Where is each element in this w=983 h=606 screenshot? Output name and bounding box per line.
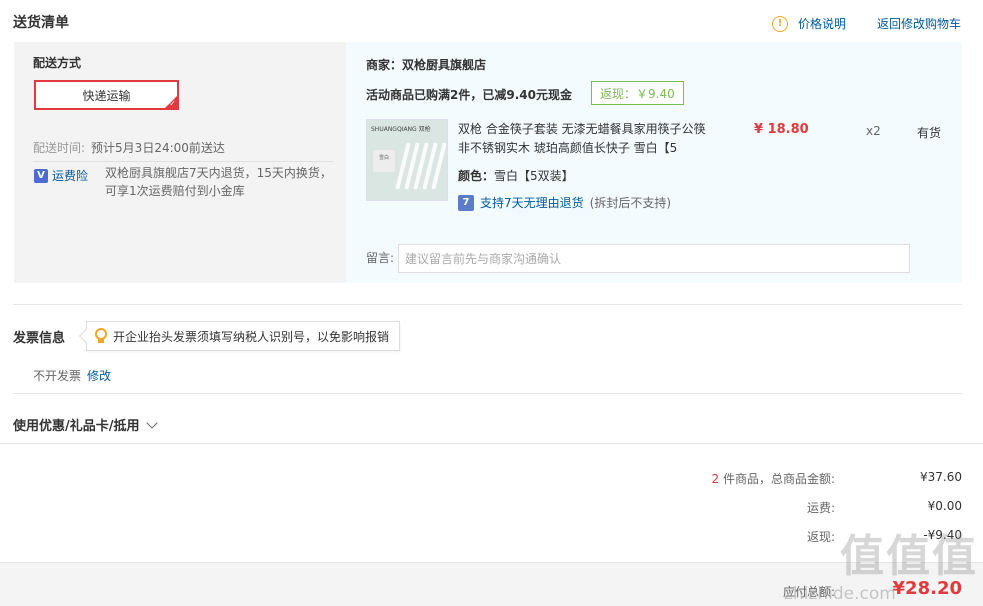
shipping-insurance-label[interactable]: 运费险 — [52, 167, 88, 184]
check-icon: ✓ — [169, 99, 176, 108]
price-help-link[interactable]: ! 价格说明 — [772, 15, 846, 32]
lightbulb-icon — [95, 328, 107, 344]
invoice-value: 不开发票 — [33, 369, 82, 383]
note-input[interactable] — [398, 244, 910, 273]
invoice-tip-text: 开企业抬头发票须填写纳税人识别号，以免影响报销 — [113, 329, 390, 344]
delivery-time-label: 配送时间: — [33, 141, 86, 155]
promo-text: 活动商品已购满2件，已减9.40元现金 — [366, 88, 572, 102]
delivery-panel — [14, 42, 346, 283]
color-value: 雪白【5双装】 — [494, 169, 574, 183]
watermark-site: zhizhide.com — [784, 584, 896, 604]
goods-total-value: ¥37.60 — [920, 470, 962, 484]
coupon-toggle[interactable]: 使用优惠/礼品卡/抵用 — [13, 415, 158, 434]
invoice-edit-link[interactable]: 修改 — [87, 369, 111, 383]
product-thumbnail[interactable]: SHUANGQIANG 双枪 雪白 — [366, 119, 448, 201]
shipping-insurance-badge[interactable]: V 运费险 — [34, 167, 88, 184]
color-label: 颜色： — [458, 169, 495, 183]
exclamation-circle-icon: ! — [772, 15, 788, 32]
page-title: 送货清单 — [13, 15, 69, 31]
return-policy[interactable]: 7 支持7天无理由退货 (拆封后不支持) — [458, 194, 671, 211]
item-count: 2 — [711, 472, 720, 486]
coupon-title[interactable]: 使用优惠/礼品卡/抵用 — [13, 415, 140, 434]
divider — [33, 161, 333, 162]
back-to-cart-link[interactable]: 返回修改购物车 — [877, 15, 961, 32]
product-color: 颜色：雪白【5双装】 — [458, 167, 574, 184]
invoice-title: 发票信息 — [13, 331, 66, 346]
price-help-label[interactable]: 价格说明 — [798, 15, 846, 32]
delivery-title: 配送方式 — [33, 56, 82, 70]
delivery-time-row: 配送时间: 预计5月3日24:00前送达 — [33, 139, 225, 156]
delivery-method-label: 快递运输 — [82, 88, 131, 103]
product-price: ¥ 18.80 — [754, 122, 809, 137]
divider — [13, 304, 962, 305]
watermark-logo: 值值值 — [840, 531, 978, 582]
invoice-tip: 开企业抬头发票须填写纳税人识别号，以免影响报销 — [78, 321, 401, 351]
item-count-suffix: 件商品，总商品金额: — [722, 472, 835, 486]
seven-day-return-icon: 7 — [458, 194, 474, 211]
shield-v-icon: V — [34, 168, 48, 183]
chevron-down-icon — [145, 416, 158, 429]
delivery-time-value: 预计5月3日24:00前送达 — [91, 141, 225, 155]
product-name-link[interactable]: 双枪 合金筷子套装 无漆无蜡餐具家用筷子公筷非不锈钢实木 琥珀高颜值长快子 雪白… — [458, 120, 708, 158]
rebate-label: 返现: — [806, 530, 835, 544]
return-policy-label[interactable]: 支持7天无理由退货 — [480, 194, 584, 211]
shipping-value: ¥0.00 — [927, 499, 962, 513]
delivery-method-button[interactable]: 快递运输 ✓ — [34, 80, 179, 110]
stock-status: 有货 — [917, 126, 942, 140]
thumb-box: 雪白 — [373, 150, 395, 172]
invoice-value-row: 不开发票 修改 — [33, 367, 111, 384]
shop-name: 商家：双枪厨具旗舰店 — [366, 58, 487, 72]
return-policy-note: (拆封后不支持) — [589, 196, 672, 210]
divider — [13, 393, 962, 394]
thumb-brand: SHUANGQIANG 双枪 — [371, 126, 431, 133]
goods-total-label: 2 件商品，总商品金额: — [635, 470, 835, 487]
tip-arrow — [78, 328, 94, 344]
shipping-insurance-text: 双枪厨具旗舰店7天内退货，15天内换货，可享1次运费赔付到小金库 — [105, 166, 332, 198]
note-label: 留言: — [366, 251, 395, 265]
rebate-tag: 返现：￥9.40 — [591, 81, 684, 105]
divider — [0, 443, 983, 444]
shipping-label: 运费: — [806, 501, 835, 515]
product-quantity: x2 — [866, 124, 881, 138]
